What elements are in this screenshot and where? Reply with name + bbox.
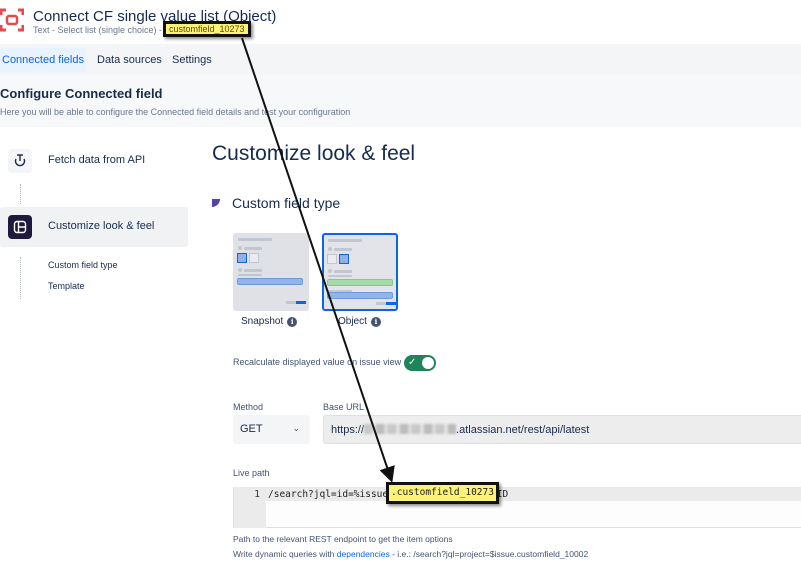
recalculate-toggle[interactable]: ✓ bbox=[404, 355, 436, 371]
base-url-prefix: https:// bbox=[331, 424, 365, 436]
info-icon[interactable]: i bbox=[370, 316, 381, 327]
recalculate-label: Recalculate displayed value on issue vie… bbox=[233, 357, 402, 367]
toggle-knob bbox=[422, 357, 434, 369]
chevron-down-icon: ⌄ bbox=[292, 423, 300, 433]
step-fetch-data[interactable]: Fetch data from API bbox=[0, 141, 188, 181]
substep-connector bbox=[20, 257, 21, 299]
step-label: Customize look & feel bbox=[48, 220, 155, 232]
base-url-value: https:// .atlassian.net/rest/api/latest bbox=[331, 424, 589, 436]
field-type-card-object[interactable] bbox=[322, 233, 398, 311]
substep-template[interactable]: Template bbox=[48, 281, 85, 291]
live-path-help: Path to the relevant REST endpoint to ge… bbox=[233, 534, 453, 544]
tab-connected-fields[interactable]: Connected fields bbox=[0, 48, 86, 72]
step-customize-look[interactable]: Customize look & feel bbox=[0, 207, 188, 247]
card-label-text: Object bbox=[338, 316, 367, 327]
help-prefix: Write dynamic queries with bbox=[233, 549, 337, 559]
step-label: Fetch data from API bbox=[48, 154, 146, 166]
step-connector bbox=[20, 184, 21, 204]
substep-custom-field-type[interactable]: Custom field type bbox=[48, 260, 118, 270]
page-title: Customize look & feel bbox=[212, 142, 416, 165]
tab-data-sources[interactable]: Data sources bbox=[95, 48, 164, 72]
annotation-highlight-header: customfield_10273 bbox=[163, 21, 251, 37]
method-label: Method bbox=[233, 402, 264, 412]
config-subtitle: Here you will be able to configure the C… bbox=[0, 107, 351, 117]
code-before: /search?jql=id=%issue bbox=[268, 489, 389, 500]
bracket-logo-icon bbox=[0, 8, 24, 32]
live-path-editor[interactable]: 1 /search?jql=id=%issue.customfield_1027… bbox=[233, 487, 801, 528]
nav-tabs: Connected fields Data sources Settings bbox=[0, 44, 801, 75]
redacted-domain bbox=[364, 424, 457, 434]
dependencies-link[interactable]: dependencies bbox=[337, 549, 390, 559]
section-title: Custom field type bbox=[232, 195, 341, 211]
card-label-text: Snapshot bbox=[241, 316, 284, 327]
annotation-highlight-code: .customfield_10273 bbox=[386, 482, 499, 504]
section-bullet-icon bbox=[212, 199, 220, 207]
config-header: Configure Connected field Here you will … bbox=[0, 75, 801, 127]
layout-icon bbox=[8, 215, 32, 239]
base-url-label: Base URL bbox=[323, 402, 365, 412]
field-type-label-snapshot: Snapshot i bbox=[241, 316, 298, 327]
line-number: 1 bbox=[254, 489, 260, 500]
config-title: Configure Connected field bbox=[0, 86, 163, 101]
field-type-card-snapshot[interactable] bbox=[233, 233, 309, 311]
base-url-input[interactable]: https:// .atlassian.net/rest/api/latest bbox=[323, 415, 801, 444]
help-suffix: - i.e.: /search?jql=project=$issue.custo… bbox=[389, 549, 589, 559]
live-path-dependencies-help: Write dynamic queries with dependencies … bbox=[233, 549, 588, 559]
method-value: GET bbox=[240, 423, 263, 435]
check-icon: ✓ bbox=[408, 357, 417, 368]
base-url-suffix: .atlassian.net/rest/api/latest bbox=[456, 424, 590, 436]
app-header: Connect CF single value list (Object) Te… bbox=[0, 0, 801, 43]
info-icon[interactable]: i bbox=[287, 316, 298, 327]
field-subtitle: Text - Select list (single choice) - bbox=[33, 25, 163, 35]
live-path-label: Live path bbox=[233, 468, 270, 478]
tab-settings[interactable]: Settings bbox=[170, 48, 214, 72]
api-fetch-icon bbox=[8, 149, 32, 173]
method-select[interactable]: GET ⌄ bbox=[233, 415, 310, 444]
field-type-label-object: Object i bbox=[338, 316, 381, 327]
